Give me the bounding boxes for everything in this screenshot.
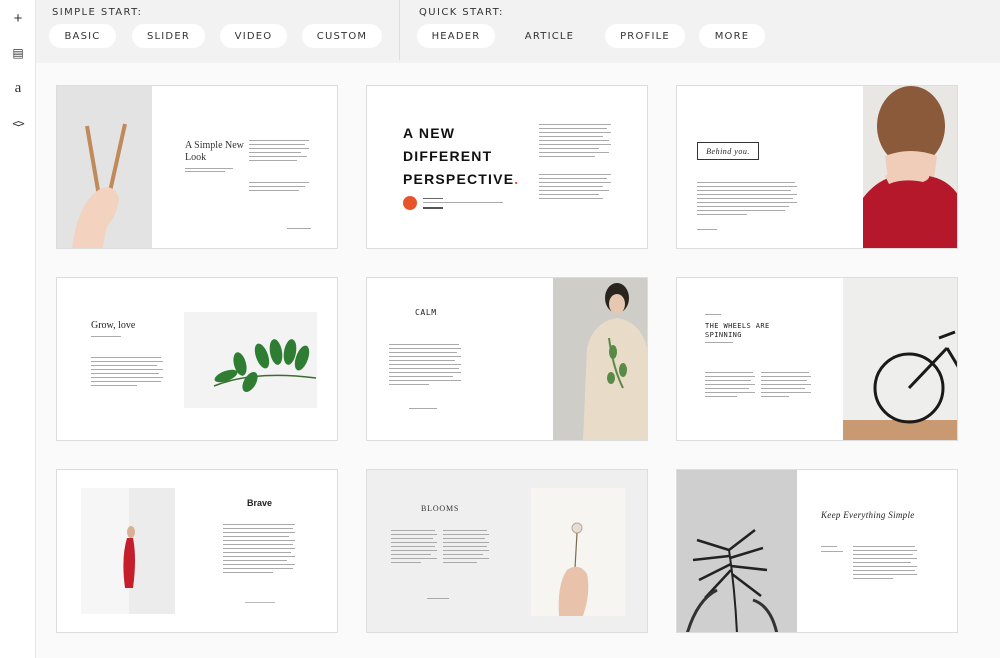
template-title-text: A NEW DIFFERENT PERSPECTIVE bbox=[403, 125, 515, 187]
template-title: A NEW DIFFERENT PERSPECTIVE. bbox=[403, 122, 533, 191]
template-image-palm bbox=[677, 470, 797, 632]
profile-button[interactable]: PROFILE bbox=[605, 24, 685, 48]
palm-leaf-icon bbox=[677, 470, 797, 632]
template-title: Behind you. bbox=[697, 142, 759, 160]
template-title: BLOOMS bbox=[421, 504, 460, 513]
header-button[interactable]: HEADER bbox=[417, 24, 495, 48]
template-card-blooms[interactable]: BLOOMS bbox=[366, 469, 648, 633]
template-card-new-perspective[interactable]: A NEW DIFFERENT PERSPECTIVE. bbox=[366, 85, 648, 249]
template-image-bicycle bbox=[843, 278, 957, 440]
accent-dot: . bbox=[514, 171, 520, 187]
template-card-behind-you[interactable]: Behind you. bbox=[676, 85, 958, 249]
custom-button[interactable]: CUSTOM bbox=[302, 24, 382, 48]
quick-start-label: QUICK START: bbox=[419, 7, 504, 18]
text-icon[interactable]: a bbox=[0, 76, 36, 100]
template-image-red-figure bbox=[81, 488, 175, 614]
slider-button[interactable]: SLIDER bbox=[132, 24, 205, 48]
avatar bbox=[403, 196, 417, 210]
template-card-keep-simple[interactable]: Keep Everything Simple bbox=[676, 469, 958, 633]
template-card-wheels-spinning[interactable]: THE WHEELS ARE SPINNING bbox=[676, 277, 958, 441]
template-image-flower-hand bbox=[531, 488, 625, 616]
article-button[interactable]: ARTICLE bbox=[512, 24, 587, 48]
template-card-brave[interactable]: Brave bbox=[56, 469, 338, 633]
document-icon[interactable]: ▤ bbox=[0, 41, 36, 65]
template-image-leaves bbox=[184, 312, 317, 408]
basic-button[interactable]: BASIC bbox=[49, 24, 116, 48]
woman-coat-icon bbox=[583, 283, 647, 440]
add-icon[interactable]: + bbox=[0, 6, 36, 30]
red-dress-figure-icon bbox=[81, 488, 135, 614]
template-title: Brave bbox=[247, 498, 273, 508]
template-title: THE WHEELS ARE SPINNING bbox=[705, 322, 770, 339]
leaf-branch-icon bbox=[213, 339, 317, 392]
template-title: CALM bbox=[415, 308, 437, 317]
code-icon[interactable]: <> bbox=[0, 111, 36, 135]
top-toolbar: SIMPLE START: BASIC SLIDER VIDEO CUSTOM … bbox=[36, 0, 1000, 63]
template-image-woman-red bbox=[863, 86, 957, 248]
more-button[interactable]: MORE bbox=[699, 24, 765, 48]
template-card-simple-new-look[interactable]: A Simple New Look bbox=[56, 85, 338, 249]
template-card-calm[interactable]: CALM bbox=[366, 277, 648, 441]
template-title: A Simple New Look bbox=[185, 140, 244, 163]
template-image-pencils bbox=[57, 86, 152, 248]
template-card-grow-love[interactable]: Grow, love bbox=[56, 277, 338, 441]
left-toolbar: + ▤ a <> bbox=[0, 0, 36, 658]
pencils-hand-icon bbox=[72, 123, 127, 248]
woman-portrait-icon bbox=[863, 86, 957, 248]
bicycle-icon bbox=[843, 330, 957, 440]
template-image-woman-coat bbox=[553, 278, 647, 440]
group-divider bbox=[399, 0, 400, 60]
video-button[interactable]: VIDEO bbox=[220, 24, 287, 48]
simple-start-label: SIMPLE START: bbox=[52, 7, 143, 18]
template-title: Keep Everything Simple bbox=[821, 510, 915, 520]
flower-hand-icon bbox=[558, 522, 589, 616]
template-title: Grow, love bbox=[91, 320, 136, 331]
template-gallery: A Simple New Look A NEW DIFFERENT PERSPE… bbox=[36, 63, 1000, 658]
